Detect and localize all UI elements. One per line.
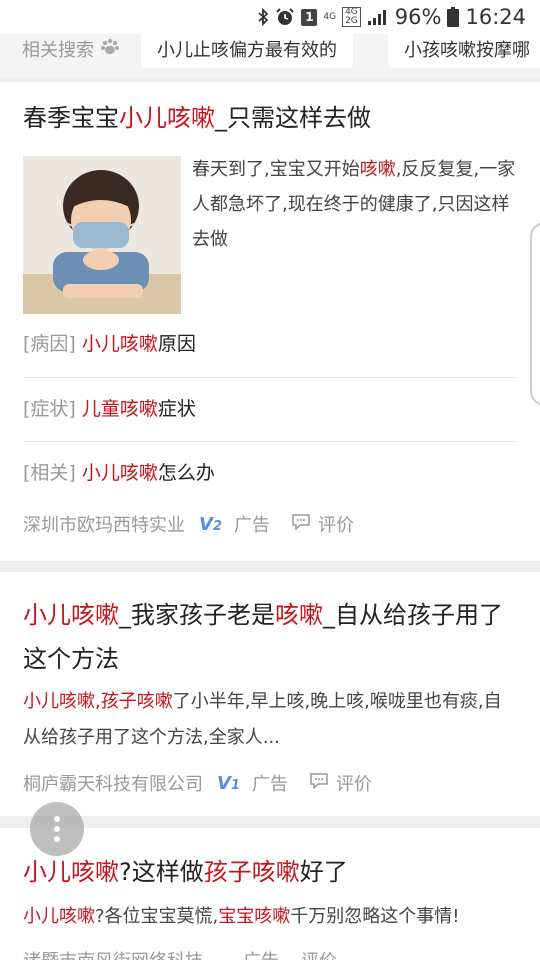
related-chip[interactable]: 小孩咳嗽按摩哪 [388,34,540,68]
sublink-symptom[interactable]: [症状] 儿童咳嗽症状 [23,377,517,441]
vbadge-level: 2 [212,518,222,534]
related-search-row: 相关搜索 小儿止咳偏方最有效的 小孩咳嗽按摩哪 [0,34,540,78]
status-bar: 1 4G 4G 2G 96% 16:24 [0,0,540,34]
vbadge-level: 1 [230,777,240,793]
comment-label: 评价 [317,515,354,536]
title-text: 好了 [299,858,348,886]
dual-network-icon: 4G 2G [342,7,361,27]
comment-label: 评价 [301,947,337,960]
title-keyword: 孩子咳嗽 [203,858,300,886]
title-keyword: 小儿咳嗽 [23,858,119,886]
sublink-tag: [症状] [23,398,76,420]
snippet-keyword: 宝宝咳嗽 [218,906,291,927]
snippet-text: ?各位宝宝莫慌, [95,906,219,927]
related-search-label: 相关搜索 [22,40,94,61]
result-meta: 深圳市欧玛西特实业 V2 广告 评价 [23,510,517,538]
result-meta: 桐庐霸天科技有限公司 V1 广告 评价 [23,769,517,797]
paw-icon [100,38,120,61]
sublink-keyword: 儿童咳嗽 [81,398,158,420]
ad-result-card[interactable]: 春季宝宝小儿咳嗽_只需这样去做 春天到了,宝宝又开始咳嗽,反反复复,一家人都急坏… [0,82,540,561]
edge-scroll-handle[interactable] [530,222,540,406]
title-text: 春季宝宝 [23,104,119,132]
sublink-keyword: 小儿咳嗽 [81,462,158,484]
comment-button[interactable]: 评价 [301,947,337,960]
snippet-keyword: 孩子咳嗽 [100,691,173,712]
title-text: ?这样做 [119,858,204,886]
sublink-cause[interactable]: [病因] 小儿咳嗽原因 [23,312,517,376]
source-name: 桐庐霸天科技有限公司 [23,774,203,795]
dot [54,836,60,842]
ad-label: 广告 [251,774,288,795]
snippet-keyword: 小儿咳嗽 [23,906,95,927]
result-title[interactable]: 小儿咳嗽_我家孩子老是咳嗽_自从给孩子用了这个方法 [23,593,518,681]
sublink-keyword: 小儿咳嗽 [81,333,158,355]
title-keyword: 咳嗽 [275,601,323,629]
more-menu-button[interactable] [30,802,84,856]
network-4g-label: 4G [323,11,337,22]
related-search-label-group: 相关搜索 [22,36,120,62]
snippet-text: 千万别忽略这个事情! [290,906,460,927]
sublink-text: 症状 [157,398,196,420]
ad-label: 广告 [233,515,270,536]
battery-icon [447,7,460,27]
verified-badge: V2 [199,514,222,535]
comment-button[interactable]: 评价 [310,770,372,796]
dot [54,826,60,832]
vbadge-letter: V [217,772,231,794]
desc-text: 春天到了,宝宝又开始 [192,159,360,180]
related-chip[interactable]: 小儿止咳偏方最有效的 [141,34,353,68]
snippet-keyword: 小儿咳嗽 [23,691,95,712]
battery-percent: 96% [394,5,442,29]
alarm-icon [275,7,295,27]
result-meta: 诸暨市南风街网络科技 广告 评价 [23,946,517,960]
desc-keyword: 咳嗽 [359,159,396,180]
title-text: _只需这样去做 [215,104,371,132]
result-description: 春天到了,宝宝又开始咳嗽,反反复复,一家人都急坏了,现在终于的健康了,只因这样去… [192,152,517,257]
result-thumbnail[interactable] [23,156,181,314]
sublink-text: 原因 [157,333,196,355]
network-2g-bot: 2G [345,16,358,26]
comment-icon [292,513,310,535]
clock: 16:24 [465,5,526,29]
source-name: 深圳市欧玛西特实业 [23,515,185,536]
signal-icon [367,8,389,26]
sublink-tag: [病因] [23,333,76,355]
sublink-tag: [相关] [23,462,76,484]
verified-badge: V1 [217,773,240,794]
vbadge-letter: V [199,513,213,535]
ad-result-card[interactable]: 小儿咳嗽_我家孩子老是咳嗽_自从给孩子用了这个方法 小儿咳嗽,孩子咳嗽了小半年,… [0,572,540,816]
result-snippet: 小儿咳嗽,孩子咳嗽了小半年,早上咳,晚上咳,喉咙里也有痰,自从给孩子用了这个方法… [23,684,518,756]
dot [54,816,60,822]
title-keyword: 小儿咳嗽 [119,104,215,132]
title-text: _我家孩子老是 [119,601,275,629]
sublink-related[interactable]: [相关] 小儿咳嗽怎么办 [23,441,517,505]
ad-label: 广告 [243,947,279,960]
title-keyword: 小儿咳嗽 [23,601,119,629]
result-title[interactable]: 小儿咳嗽?这样做孩子咳嗽好了 [23,850,518,894]
source-name: 诸暨市南风街网络科技 [23,947,203,960]
comment-icon [310,772,328,794]
sublink-text: 怎么办 [157,462,215,484]
sim-badge: 1 [301,8,318,26]
bluetooth-icon [257,8,269,26]
result-snippet: 小儿咳嗽?各位宝宝莫慌,宝宝咳嗽千万别忽略这个事情! [23,899,518,935]
result-title[interactable]: 春季宝宝小儿咳嗽_只需这样去做 [23,96,518,140]
comment-button[interactable]: 评价 [292,511,354,537]
comment-label: 评价 [335,774,372,795]
ad-result-card[interactable]: 小儿咳嗽?这样做孩子咳嗽好了 小儿咳嗽?各位宝宝莫慌,宝宝咳嗽千万别忽略这个事情… [0,828,540,960]
